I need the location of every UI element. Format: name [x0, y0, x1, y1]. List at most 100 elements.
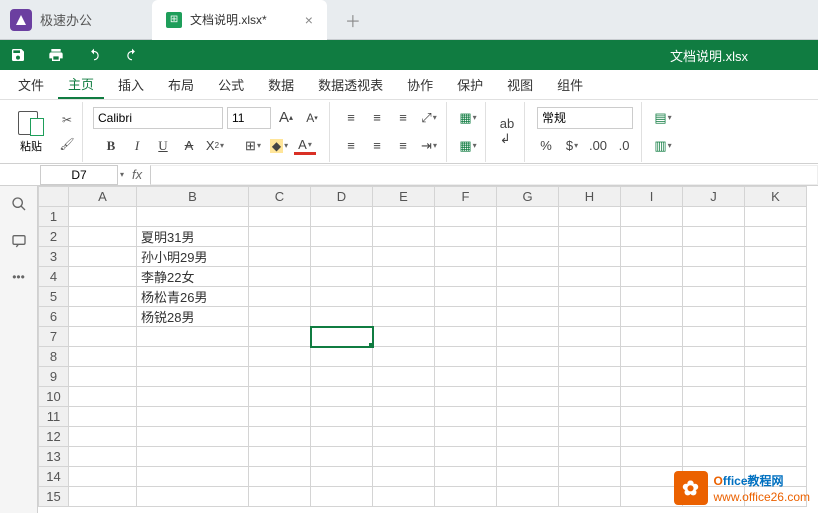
cell-F14[interactable]	[435, 467, 497, 487]
cell-E4[interactable]	[373, 267, 435, 287]
menu-保护[interactable]: 保护	[447, 71, 493, 98]
cell-G11[interactable]	[497, 407, 559, 427]
cell-B3[interactable]: 孙小明29男	[137, 247, 249, 267]
cell-H13[interactable]	[559, 447, 621, 467]
cell-D12[interactable]	[311, 427, 373, 447]
cell-G14[interactable]	[497, 467, 559, 487]
menu-数据[interactable]: 数据	[258, 71, 304, 98]
col-header-A[interactable]: A	[69, 187, 137, 207]
cell-I5[interactable]	[621, 287, 683, 307]
bold-button[interactable]: B	[100, 135, 122, 157]
cell-K10[interactable]	[745, 387, 807, 407]
cell-G10[interactable]	[497, 387, 559, 407]
cell-E8[interactable]	[373, 347, 435, 367]
table-format-button[interactable]: ▥▾	[652, 135, 674, 157]
cell-J1[interactable]	[683, 207, 745, 227]
search-icon[interactable]	[11, 196, 27, 215]
wrap-text-button[interactable]: ab↲	[496, 121, 518, 143]
cell-E3[interactable]	[373, 247, 435, 267]
cell-F5[interactable]	[435, 287, 497, 307]
row-header-11[interactable]: 11	[39, 407, 69, 427]
col-header-I[interactable]: I	[621, 187, 683, 207]
cell-K13[interactable]	[745, 447, 807, 467]
cell-I9[interactable]	[621, 367, 683, 387]
cell-E6[interactable]	[373, 307, 435, 327]
menu-文件[interactable]: 文件	[8, 71, 54, 98]
cell-D8[interactable]	[311, 347, 373, 367]
underline-button[interactable]: U	[152, 135, 174, 157]
cell-A5[interactable]	[69, 287, 137, 307]
font-family-select[interactable]	[93, 107, 223, 129]
subscript-button[interactable]: X2▾	[204, 135, 226, 157]
align-bottom-button[interactable]: ≡	[392, 107, 414, 129]
cell-H3[interactable]	[559, 247, 621, 267]
cell-G15[interactable]	[497, 487, 559, 507]
menu-视图[interactable]: 视图	[497, 71, 543, 98]
cell-J6[interactable]	[683, 307, 745, 327]
col-header-J[interactable]: J	[683, 187, 745, 207]
cell-E5[interactable]	[373, 287, 435, 307]
col-header-G[interactable]: G	[497, 187, 559, 207]
cell-D6[interactable]	[311, 307, 373, 327]
cell-D7[interactable]	[311, 327, 373, 347]
cell-H5[interactable]	[559, 287, 621, 307]
comment-icon[interactable]	[11, 233, 27, 252]
cell-J7[interactable]	[683, 327, 745, 347]
cell-J11[interactable]	[683, 407, 745, 427]
cell-A2[interactable]	[69, 227, 137, 247]
cell-I11[interactable]	[621, 407, 683, 427]
cell-J3[interactable]	[683, 247, 745, 267]
cell-C12[interactable]	[249, 427, 311, 447]
cell-A13[interactable]	[69, 447, 137, 467]
document-tab[interactable]: ⊞ 文档说明.xlsx* ×	[152, 0, 327, 40]
cell-E1[interactable]	[373, 207, 435, 227]
cell-K4[interactable]	[745, 267, 807, 287]
cell-C1[interactable]	[249, 207, 311, 227]
cell-E7[interactable]	[373, 327, 435, 347]
cell-D1[interactable]	[311, 207, 373, 227]
menu-公式[interactable]: 公式	[208, 71, 254, 98]
cell-E2[interactable]	[373, 227, 435, 247]
cell-D2[interactable]	[311, 227, 373, 247]
cell-D5[interactable]	[311, 287, 373, 307]
cell-B15[interactable]	[137, 487, 249, 507]
format-painter-button[interactable]: 🖌	[58, 135, 76, 153]
cell-I7[interactable]	[621, 327, 683, 347]
row-header-6[interactable]: 6	[39, 307, 69, 327]
cell-G5[interactable]	[497, 287, 559, 307]
align-right-button[interactable]: ≡	[392, 135, 414, 157]
cell-H6[interactable]	[559, 307, 621, 327]
cut-button[interactable]: ✂	[58, 111, 76, 129]
col-header-B[interactable]: B	[137, 187, 249, 207]
cell-F10[interactable]	[435, 387, 497, 407]
cell-C6[interactable]	[249, 307, 311, 327]
cell-I10[interactable]	[621, 387, 683, 407]
row-header-12[interactable]: 12	[39, 427, 69, 447]
cell-B6[interactable]: 杨锐28男	[137, 307, 249, 327]
cell-I2[interactable]	[621, 227, 683, 247]
cell-A7[interactable]	[69, 327, 137, 347]
cell-C3[interactable]	[249, 247, 311, 267]
menu-主页[interactable]: 主页	[58, 70, 104, 99]
col-header-F[interactable]: F	[435, 187, 497, 207]
cell-I6[interactable]	[621, 307, 683, 327]
cell-B1[interactable]	[137, 207, 249, 227]
cell-E10[interactable]	[373, 387, 435, 407]
cell-D15[interactable]	[311, 487, 373, 507]
cell-H10[interactable]	[559, 387, 621, 407]
cell-I13[interactable]	[621, 447, 683, 467]
menu-数据透视表[interactable]: 数据透视表	[308, 71, 393, 98]
cell-A10[interactable]	[69, 387, 137, 407]
cell-F7[interactable]	[435, 327, 497, 347]
cell-C13[interactable]	[249, 447, 311, 467]
cell-H2[interactable]	[559, 227, 621, 247]
cell-F15[interactable]	[435, 487, 497, 507]
cell-C11[interactable]	[249, 407, 311, 427]
row-header-8[interactable]: 8	[39, 347, 69, 367]
undo-button[interactable]	[86, 48, 102, 62]
row-header-5[interactable]: 5	[39, 287, 69, 307]
cell-I8[interactable]	[621, 347, 683, 367]
col-header-K[interactable]: K	[745, 187, 807, 207]
cell-A15[interactable]	[69, 487, 137, 507]
cell-F6[interactable]	[435, 307, 497, 327]
